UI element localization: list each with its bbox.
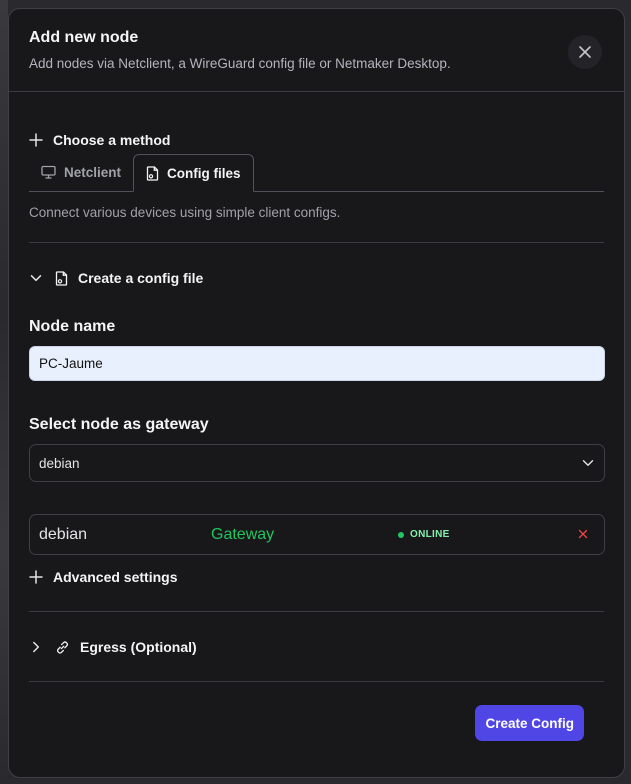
gateway-select[interactable]: debian [29, 444, 605, 482]
status-text: ONLINE [410, 529, 450, 540]
plus-icon [29, 133, 43, 147]
tab-netclient-label: Netclient [64, 164, 122, 180]
modal-title: Add new node [29, 29, 139, 46]
divider [29, 681, 604, 682]
monitor-icon [41, 165, 56, 179]
status-dot-icon [398, 531, 404, 538]
divider [29, 242, 604, 243]
egress-toggle[interactable]: Egress (Optional) [29, 637, 604, 657]
status-badge: ONLINE [398, 529, 450, 540]
modal-header: Add new node Add nodes via Netclient, a … [9, 9, 624, 92]
choose-method-row[interactable]: Choose a method [29, 130, 604, 150]
choose-method-label: Choose a method [53, 132, 171, 148]
method-description: Connect various devices using simple cli… [29, 205, 341, 220]
egress-label: Egress (Optional) [80, 639, 197, 655]
close-icon [578, 529, 588, 539]
close-button[interactable] [568, 35, 602, 69]
add-node-modal: Add new node Add nodes via Netclient, a … [8, 8, 625, 778]
create-config-label: Create a config file [78, 270, 204, 286]
tab-netclient[interactable]: Netclient [29, 153, 133, 191]
gateway-node-role: Gateway [211, 525, 275, 543]
chevron-right-icon [33, 641, 40, 653]
gateway-node-card: debian Gateway ONLINE [29, 514, 605, 555]
remove-gateway-button[interactable] [576, 527, 590, 541]
tab-config-files[interactable]: Config files [133, 154, 254, 192]
page-backdrop [0, 0, 8, 784]
plus-icon [29, 570, 43, 584]
link-icon [56, 640, 69, 654]
divider [29, 611, 604, 612]
file-icon [55, 270, 68, 286]
create-config-button[interactable]: Create Config [475, 705, 584, 741]
gateway-node-name: debian [39, 525, 88, 543]
chevron-down-icon [582, 460, 594, 466]
method-tabs: Netclient Config files [29, 154, 604, 192]
gateway-label: Select node as gateway [29, 416, 209, 433]
gateway-select-value: debian [39, 455, 80, 471]
chevron-down-icon [30, 275, 42, 282]
close-icon [579, 46, 591, 58]
file-icon [146, 165, 159, 181]
node-name-label: Node name [29, 318, 116, 335]
create-config-toggle[interactable]: Create a config file [29, 268, 604, 288]
modal-subtitle: Add nodes via Netclient, a WireGuard con… [29, 56, 451, 71]
advanced-settings-toggle[interactable]: Advanced settings [29, 567, 604, 587]
node-name-input[interactable] [29, 346, 605, 381]
tab-config-files-label: Config files [167, 165, 241, 181]
advanced-settings-label: Advanced settings [53, 569, 178, 585]
